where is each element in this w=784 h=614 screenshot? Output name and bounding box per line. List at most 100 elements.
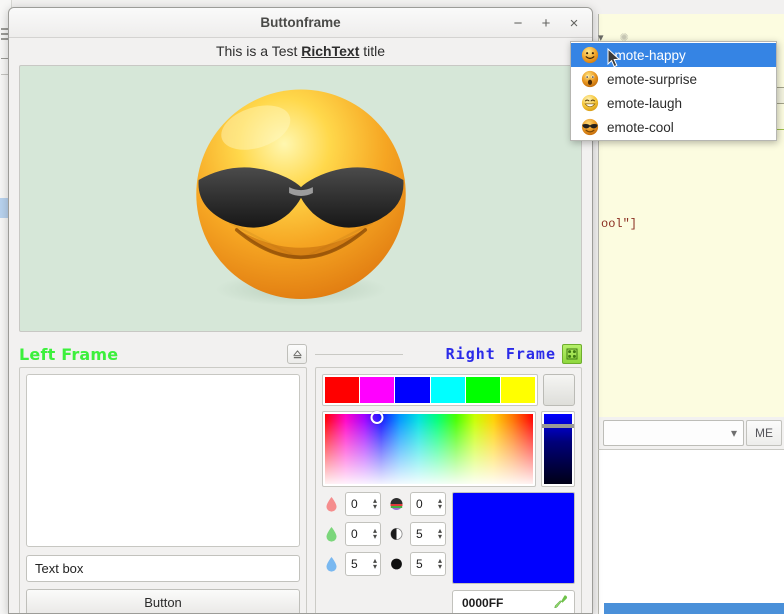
hsv-spinners: 0 ▴▾: [387, 492, 446, 614]
dropdown-item-label: emote-surprise: [607, 72, 697, 87]
value-row: 5 ▴▾: [387, 552, 446, 576]
dropdown-item-emote-surprise[interactable]: emote-surprise: [571, 67, 776, 91]
palette-swatch[interactable]: [501, 377, 535, 403]
saturation-value: 5: [416, 527, 438, 541]
brightness-bar[interactable]: [541, 411, 575, 487]
droplet-red-icon: [322, 494, 340, 514]
red-spinner[interactable]: 0 ▴▾: [345, 492, 381, 516]
background-combo-row: ▾ ME: [598, 417, 784, 449]
left-frame-panel: Left Frame Text box Button: [19, 341, 307, 614]
palette-swatch[interactable]: [325, 377, 359, 403]
grid-green-icon-button[interactable]: [562, 344, 582, 364]
title-prefix: This is a Test: [216, 43, 301, 59]
brightness-surface[interactable]: [544, 414, 572, 484]
red-row: 0 ▴▾: [322, 492, 381, 516]
image-preview-area: [19, 65, 582, 332]
palette-row: [322, 374, 575, 406]
palette-swatch[interactable]: [431, 377, 465, 403]
background-white-panel: [598, 449, 784, 596]
emote-cool-icon: [581, 118, 599, 136]
taskbar-selection: [604, 603, 784, 614]
green-value: 0: [351, 527, 373, 541]
title-suffix: title: [359, 43, 385, 59]
dropdown-item-emote-cool[interactable]: emote-cool: [571, 115, 776, 139]
spinner-arrows[interactable]: ▴▾: [438, 558, 442, 570]
left-frame-header: Left Frame: [19, 341, 307, 367]
panels-row: Left Frame Text box Button: [19, 341, 582, 614]
value-value: 5: [416, 557, 438, 571]
spinner-arrows[interactable]: ▴▾: [438, 528, 442, 540]
emote-dropdown-menu[interactable]: emote-happy emote-surprise: [570, 41, 777, 141]
gradient-row: [322, 411, 575, 487]
palette-swatches[interactable]: [322, 374, 538, 406]
right-frame-header: Right Frame: [315, 341, 582, 367]
dropdown-item-label: emote-laugh: [607, 96, 682, 111]
dropdown-item-label: emote-cool: [607, 120, 674, 135]
left-frame-legend: Left Frame: [19, 345, 118, 364]
blue-spinner[interactable]: 5 ▴▾: [345, 552, 381, 576]
palette-swatch[interactable]: [466, 377, 500, 403]
emote-surprise-icon: [581, 70, 599, 88]
spinner-arrows[interactable]: ▴▾: [373, 528, 377, 540]
eyedropper-icon[interactable]: [553, 594, 568, 612]
emote-happy-icon: [581, 46, 599, 64]
left-frame-groupbox: Text box Button: [19, 367, 307, 614]
rich-text-title: This is a Test RichText title: [19, 38, 582, 65]
background-combobox[interactable]: ▾: [603, 420, 744, 446]
value-spinner[interactable]: 5 ▴▾: [410, 552, 446, 576]
saturation-icon: [387, 524, 405, 544]
dropdown-item-emote-laugh[interactable]: emote-laugh: [571, 91, 776, 115]
right-frame-panel: Right Frame: [315, 341, 582, 614]
hue-spinner[interactable]: 0 ▴▾: [410, 492, 446, 516]
right-frame-legend: Right Frame: [446, 345, 556, 363]
saturation-spinner[interactable]: 5 ▴▾: [410, 522, 446, 546]
editor-code-text: ool"]: [601, 217, 637, 231]
hex-value: 0000FF: [462, 596, 503, 610]
emote-cool-large-icon: [182, 80, 420, 318]
hue-row: 0 ▴▾: [387, 492, 446, 516]
color-preview-swatch: [452, 492, 575, 584]
chevron-down-icon: ▾: [731, 426, 737, 440]
close-button[interactable]: ×: [566, 15, 582, 31]
eject-icon-button[interactable]: [287, 344, 307, 364]
blue-value: 5: [351, 557, 373, 571]
values-row: 0 ▴▾ 0 ▴▾: [322, 492, 575, 614]
window-title: Buttonframe: [9, 15, 592, 30]
color-chooser: 0 ▴▾ 0 ▴▾: [322, 374, 575, 614]
preview-column: 0000FF: [452, 492, 575, 614]
rgb-spinners: 0 ▴▾ 0 ▴▾: [322, 492, 381, 614]
title-bar[interactable]: Buttonframe − + ×: [9, 8, 592, 38]
palette-swatch[interactable]: [360, 377, 394, 403]
background-taskbar: [598, 596, 784, 614]
dropdown-item-emote-happy[interactable]: emote-happy: [571, 43, 776, 67]
spinner-arrows[interactable]: ▴▾: [373, 498, 377, 510]
right-frame-groupbox: 0 ▴▾ 0 ▴▾: [315, 367, 582, 614]
text-box-input[interactable]: Text box: [26, 555, 300, 582]
title-bold-word: RichText: [301, 43, 359, 59]
buttonframe-dialog: Buttonframe − + × This is a Test RichTex…: [8, 7, 593, 614]
hex-input[interactable]: 0000FF: [452, 590, 575, 614]
maximize-button[interactable]: +: [538, 15, 554, 31]
value-icon: [387, 554, 405, 574]
text-box-value: Text box: [35, 561, 83, 576]
blue-row: 5 ▴▾: [322, 552, 381, 576]
spinner-arrows[interactable]: ▴▾: [438, 498, 442, 510]
window-controls: − + ×: [510, 8, 586, 38]
palette-swatch[interactable]: [395, 377, 429, 403]
hue-icon: [387, 494, 405, 514]
hue-saturation-surface[interactable]: [325, 414, 533, 484]
droplet-green-icon: [322, 524, 340, 544]
left-textarea[interactable]: [26, 374, 300, 547]
add-swatch-button[interactable]: [543, 374, 575, 406]
mouse-cursor-icon: [607, 48, 623, 70]
gradient-cursor[interactable]: [371, 411, 384, 424]
spinner-arrows[interactable]: ▴▾: [373, 558, 377, 570]
brightness-marker[interactable]: [542, 424, 574, 428]
hue-saturation-map[interactable]: [322, 411, 536, 487]
action-button[interactable]: Button: [26, 589, 300, 614]
red-value: 0: [351, 497, 373, 511]
me-button[interactable]: ME: [746, 420, 782, 446]
minimize-button[interactable]: −: [510, 15, 526, 31]
action-button-label: Button: [144, 595, 182, 610]
green-spinner[interactable]: 0 ▴▾: [345, 522, 381, 546]
